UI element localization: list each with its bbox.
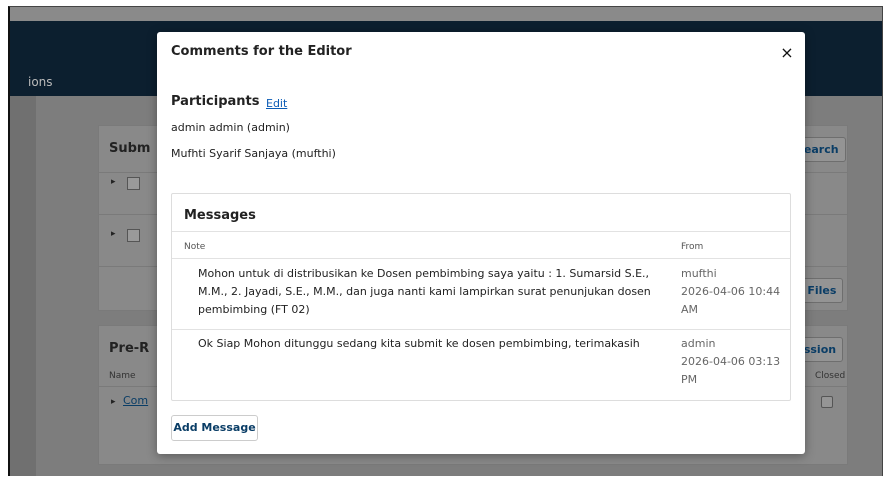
expand-arrow-icon[interactable]: ▸ bbox=[111, 229, 116, 239]
closed-checkbox[interactable] bbox=[821, 396, 833, 408]
divider bbox=[172, 329, 790, 330]
participant-item: admin admin (admin) bbox=[171, 121, 290, 134]
from-column-header: From bbox=[681, 242, 704, 252]
closed-column-header: Closed bbox=[815, 371, 846, 381]
nav-item[interactable]: ions bbox=[28, 75, 53, 89]
edit-participants-link[interactable]: Edit bbox=[266, 97, 287, 110]
messages-panel: Messages Note From Mohon untuk di distri… bbox=[171, 193, 791, 401]
app-window: ions Subm Search ▸ ▸ ll Files Pre-R ussi… bbox=[8, 6, 883, 476]
participants-heading: Participants bbox=[171, 94, 260, 109]
review-panel-title: Pre-R bbox=[109, 341, 150, 356]
close-icon[interactable]: × bbox=[779, 44, 795, 62]
files-panel-title: Subm bbox=[109, 141, 151, 156]
app-side-strip bbox=[10, 96, 36, 476]
file-icon bbox=[127, 177, 140, 190]
message-author: admin bbox=[681, 337, 716, 350]
divider bbox=[172, 231, 790, 232]
message-note: Mohon untuk di distribusikan ke Dosen pe… bbox=[198, 267, 651, 316]
message-author: mufthi bbox=[681, 267, 717, 280]
message-note: Ok Siap Mohon ditunggu sedang kita submi… bbox=[198, 337, 640, 350]
expand-arrow-icon[interactable]: ▸ bbox=[111, 177, 116, 187]
file-icon bbox=[127, 229, 140, 242]
message-timestamp: 2026-04-06 10:44 AM bbox=[681, 285, 781, 316]
divider bbox=[172, 258, 790, 259]
message-from: mufthi 2026-04-06 10:44 AM bbox=[681, 265, 781, 319]
expand-arrow-icon[interactable]: ▸ bbox=[111, 397, 116, 407]
participant-item: Mufhti Syarif Sanjaya (mufthi) bbox=[171, 147, 336, 160]
comments-modal: Comments for the Editor × Participants E… bbox=[157, 32, 805, 454]
modal-title: Comments for the Editor bbox=[171, 44, 352, 59]
name-column-header: Name bbox=[109, 371, 136, 381]
message-from: admin 2026-04-06 03:13 PM bbox=[681, 335, 781, 389]
add-message-button[interactable]: Add Message bbox=[171, 415, 258, 441]
messages-heading: Messages bbox=[184, 208, 256, 223]
discussion-link[interactable]: Com bbox=[123, 394, 148, 407]
note-column-header: Note bbox=[184, 242, 206, 252]
message-timestamp: 2026-04-06 03:13 PM bbox=[681, 355, 781, 386]
